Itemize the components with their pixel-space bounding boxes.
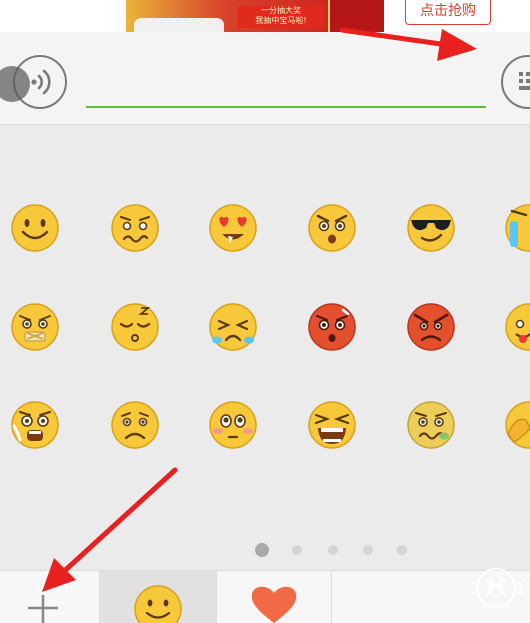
emoji-page-indicator <box>0 543 530 559</box>
page-dot-2[interactable] <box>292 545 302 555</box>
emoji-tab-bar <box>0 570 530 623</box>
shocked-red-emoji-icon[interactable] <box>307 302 357 352</box>
plus-icon <box>28 595 58 623</box>
tongue-emoji-icon[interactable] <box>504 302 530 352</box>
smiley-icon <box>134 585 182 623</box>
banner-strip: 一分抽大奖 我抽中宝马啦! 点击抢购 <box>0 0 530 32</box>
sad-emoji-icon[interactable] <box>110 400 160 450</box>
keyboard-toggle-button[interactable] <box>501 55 530 109</box>
facepalm-emoji-icon[interactable] <box>504 400 530 450</box>
page-dot-1[interactable] <box>255 543 269 557</box>
message-input[interactable] <box>86 70 486 108</box>
buy-now-button[interactable]: 点击抢购 <box>405 0 491 25</box>
blush-emoji-icon[interactable] <box>208 400 258 450</box>
sweat-emoji-icon[interactable] <box>504 203 530 253</box>
prize-box-image <box>328 0 384 32</box>
angry-emoji-icon[interactable] <box>406 302 456 352</box>
zip-mouth-emoji-icon[interactable] <box>10 302 60 352</box>
sick-emoji-icon[interactable] <box>406 400 456 450</box>
car-image <box>134 18 224 32</box>
surprised-emoji-icon[interactable] <box>307 203 357 253</box>
tab-favorites[interactable] <box>217 571 332 623</box>
scared-emoji-icon[interactable] <box>10 400 60 450</box>
banner-ad-image[interactable]: 一分抽大奖 我抽中宝马啦! <box>126 0 384 32</box>
awkward-emoji-icon[interactable] <box>110 203 160 253</box>
banner-prize-text: 一分抽大奖 我抽中宝马啦! <box>238 6 324 28</box>
screaming-emoji-icon[interactable] <box>307 400 357 450</box>
page-dot-3[interactable] <box>328 545 338 555</box>
heart-eyes-emoji-icon[interactable] <box>208 203 258 253</box>
sleepy-emoji-icon[interactable] <box>110 302 160 352</box>
tab-emoji[interactable] <box>100 571 217 623</box>
smile-emoji-icon[interactable] <box>10 203 60 253</box>
page-dot-5[interactable] <box>397 545 407 555</box>
crying-emoji-icon[interactable] <box>208 302 258 352</box>
emoji-panel <box>0 125 530 570</box>
cool-sunglasses-emoji-icon[interactable] <box>406 203 456 253</box>
heart-icon <box>251 586 297 623</box>
watermark-tail: \ <box>518 578 525 599</box>
watermark-logo: H <box>476 568 516 608</box>
page-dot-4[interactable] <box>363 545 373 555</box>
keyboard-icon <box>519 72 530 90</box>
tab-add[interactable] <box>0 571 100 623</box>
